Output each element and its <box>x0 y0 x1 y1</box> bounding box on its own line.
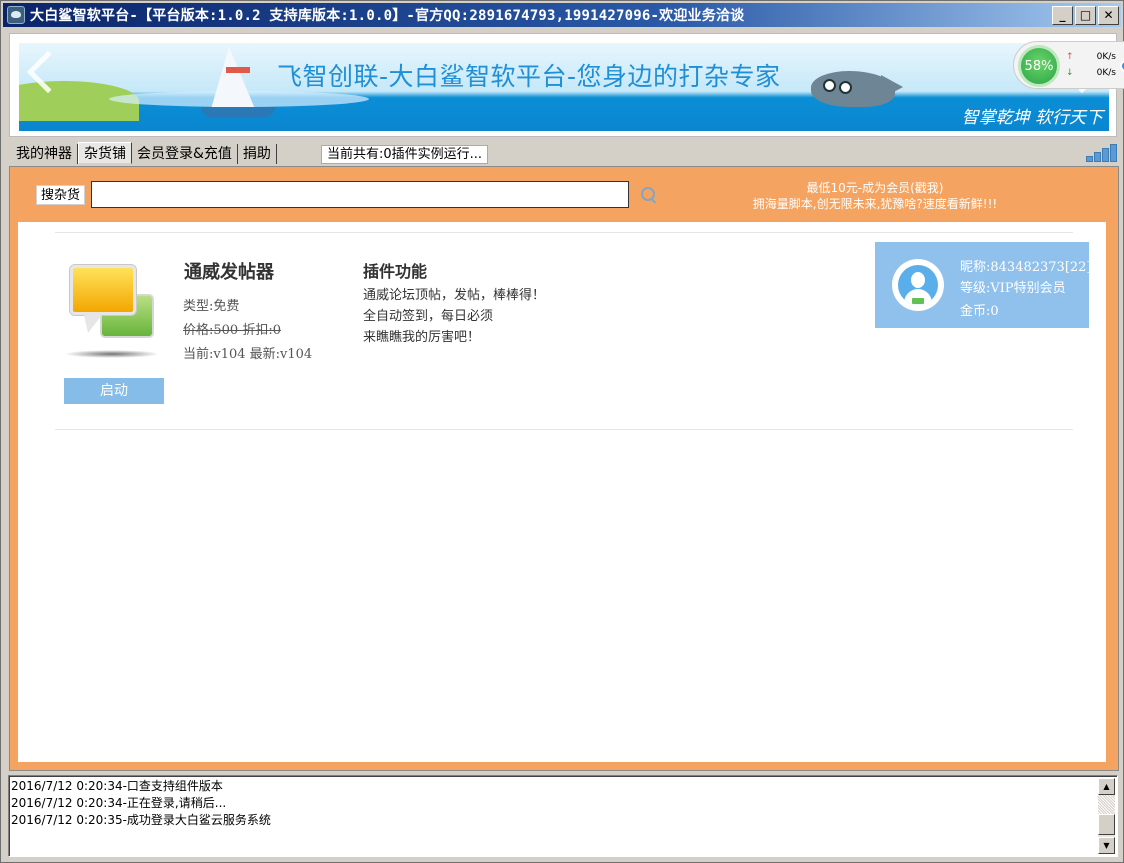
plugin-list: 启动 通威发帖器 类型:免费 价格:500 折扣:0 当前:v104 最新:v1… <box>18 222 1106 762</box>
shark-eye <box>839 81 852 94</box>
function-line: 全自动签到，每日必须 <box>363 309 494 324</box>
banner-title: 飞智创联-大白鲨智软平台-您身边的打杂专家 <box>277 62 781 91</box>
scroll-down-icon[interactable]: ▼ <box>1098 837 1115 854</box>
avatar-head <box>911 272 925 288</box>
user-coins: 金币:0 <box>960 304 999 319</box>
main-window: 大白鲨智软平台-【平台版本:1.0.2 支持库版本:1.0.0】-官方QQ:28… <box>0 0 1124 863</box>
banner-frame: 飞智创联-大白鲨智软平台-您身边的打杂专家 智掌乾坤 软行天下 <box>9 33 1117 137</box>
memory-percent: 58% <box>1018 45 1060 87</box>
download-row: ↓ 0K/s <box>1066 68 1116 78</box>
function-title: 插件功能 <box>363 262 428 281</box>
sailboat-sail <box>211 47 255 109</box>
scroll-track[interactable] <box>1098 795 1115 814</box>
upload-speed: 0K/s <box>1096 52 1116 62</box>
tab-donate[interactable]: 捐助 <box>238 144 277 164</box>
tab-member-login[interactable]: 会员登录&充值 <box>132 144 238 164</box>
log-scrollbar[interactable]: ▲ ▼ <box>1098 778 1115 854</box>
tab-bar: 我的神器 杂货铺 会员登录&充值 捐助 当前共有:0插件实例运行... <box>9 142 1119 166</box>
avatar-icon <box>892 259 944 311</box>
title-bar[interactable]: 大白鲨智软平台-【平台版本:1.0.2 支持库版本:1.0.0】-官方QQ:28… <box>3 3 1121 27</box>
banner[interactable]: 飞智创联-大白鲨智软平台-您身边的打杂专家 智掌乾坤 软行天下 <box>19 43 1109 131</box>
tab-my-tools[interactable]: 我的神器 <box>11 144 78 164</box>
user-nickname: 昵称:843482373[22] <box>960 260 1092 275</box>
download-speed: 0K/s <box>1096 68 1116 78</box>
log-line: 2016/7/12 0:20:35-成功登录大白鲨云服务系统 <box>11 813 271 827</box>
plugin-price: 价格:500 折扣:0 <box>183 323 281 338</box>
promo-line-1[interactable]: 最低10元-成为会员(戳我) <box>710 180 1040 196</box>
divider <box>55 429 1073 430</box>
avatar-inner <box>898 265 938 305</box>
shark-eye <box>823 79 836 92</box>
maximize-button[interactable]: □ <box>1075 5 1096 25</box>
window-controls: _ □ ✕ <box>1052 5 1119 25</box>
plugin-name: 通威发帖器 <box>184 262 274 283</box>
function-line: 来瞧瞧我的厉害吧！ <box>363 330 481 345</box>
signal-bar <box>1094 152 1101 162</box>
search-icon[interactable] <box>641 186 657 203</box>
signal-bar <box>1110 144 1117 162</box>
speech-bubbles-icon <box>62 260 168 360</box>
app-icon[interactable] <box>7 6 25 24</box>
log-line: 2016/7/12 0:20:34-正在登录,请稍后... <box>11 796 227 810</box>
user-card: 昵称:843482373[22] 等级:VIP特别会员 金币:0 <box>875 242 1092 328</box>
log-lines: 2016/7/12 0:20:34-口查支持组件版本 2016/7/12 0:2… <box>11 778 271 829</box>
membership-promo[interactable]: 最低10元-成为会员(戳我) 拥海量脚本,创无限未来,犹豫啥?速度看新鲜!!! <box>710 180 1040 212</box>
function-line: 通威论坛顶帖，发帖，棒棒得！ <box>363 288 546 303</box>
search-row: 搜杂货 <box>36 181 657 208</box>
close-button[interactable]: ✕ <box>1098 5 1119 25</box>
search-label: 搜杂货 <box>36 184 86 205</box>
download-arrow-icon: ↓ <box>1066 68 1074 78</box>
vip-badge-icon <box>912 298 924 304</box>
shark-mascot <box>811 71 903 107</box>
signal-icon <box>1086 144 1117 162</box>
scroll-up-icon[interactable]: ▲ <box>1098 778 1115 795</box>
signal-bar <box>1102 148 1109 162</box>
upload-row: ↑ 0K/s <box>1066 52 1116 62</box>
bubble-front <box>70 265 136 315</box>
log-panel[interactable]: 2016/7/12 0:20:34-口查支持组件版本 2016/7/12 0:2… <box>8 775 1118 857</box>
running-instances-status: 当前共有:0插件实例运行... <box>321 145 489 164</box>
network-speed-widget[interactable]: 58% ↑ 0K/s ↓ 0K/s <box>1013 41 1124 89</box>
launch-button[interactable]: 启动 <box>64 378 164 404</box>
sailboat-stripe <box>226 67 250 73</box>
scroll-thumb[interactable] <box>1098 814 1115 835</box>
store-panel: 搜杂货 最低10元-成为会员(戳我) 拥海量脚本,创无限未来,犹豫啥?速度看新鲜… <box>9 166 1119 771</box>
divider <box>55 232 1073 233</box>
minimize-button[interactable]: _ <box>1052 5 1073 25</box>
search-input[interactable] <box>91 181 630 208</box>
widget-toggle-icon[interactable] <box>1120 60 1124 72</box>
plugin-type: 类型:免费 <box>183 299 240 314</box>
user-level: 等级:VIP特别会员 <box>960 281 1066 296</box>
promo-line-2: 拥海量脚本,创无限未来,犹豫啥?速度看新鲜!!! <box>752 197 998 211</box>
tab-store[interactable]: 杂货铺 <box>78 142 132 164</box>
sailboat-hull <box>201 107 275 117</box>
icon-shadow <box>64 350 160 358</box>
plugin-version: 当前:v104 最新:v104 <box>183 347 313 362</box>
log-line: 2016/7/12 0:20:34-口查支持组件版本 <box>11 779 223 793</box>
banner-slogan: 智掌乾坤 软行天下 <box>961 108 1103 128</box>
upload-arrow-icon: ↑ <box>1066 52 1074 62</box>
window-title: 大白鲨智软平台-【平台版本:1.0.2 支持库版本:1.0.0】-官方QQ:28… <box>30 8 745 24</box>
bubble-tail <box>84 315 102 333</box>
tabs: 我的神器 杂货铺 会员登录&充值 捐助 <box>11 142 277 166</box>
signal-bar <box>1086 156 1093 162</box>
